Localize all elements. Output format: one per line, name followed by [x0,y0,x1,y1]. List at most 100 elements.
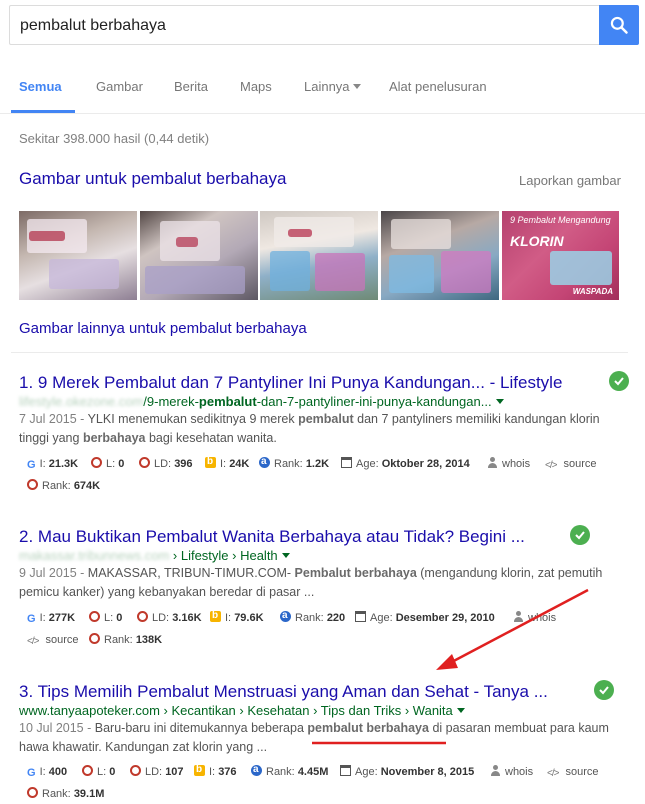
semrush-icon [89,633,100,644]
seo-value: 277K [48,612,76,624]
seo-value: 3.16K [172,612,202,624]
url-menu-icon[interactable] [456,708,465,713]
tab-gambar[interactable]: Gambar [96,79,143,94]
seo-label: whois [528,612,557,624]
seo-bing-index[interactable]: I: 376 [194,762,237,780]
seo-domain-age[interactable]: Age: Oktober 28, 2014 [341,456,470,472]
seo-label: I: [39,766,46,778]
result-title-link[interactable]: 1. 9 Merek Pembalut dan 7 Pantyliner Ini… [19,373,629,393]
tab-lainnya[interactable]: Lainnya [304,79,361,94]
link-ring-icon [137,611,148,622]
snippet-highlight: Pembalut berbahaya [294,566,417,580]
seo-source-link[interactable]: </> source [27,632,79,648]
images-heading-link[interactable]: Gambar untuk pembalut berbahaya [19,169,286,189]
bing-icon [194,762,205,778]
seo-linking-domains[interactable]: LD: 107 [130,764,184,780]
more-images-link[interactable]: Gambar lainnya untuk pembalut berbahaya [19,320,307,337]
search-input[interactable]: pembalut berbahaya [9,5,599,45]
search-button[interactable] [599,5,639,45]
seo-linking-domains[interactable]: LD: 3.16K [137,610,202,626]
image-thumbnail[interactable] [381,211,499,300]
result-title-link[interactable]: 3. Tips Memilih Pembalut Menstruasi yang… [19,682,629,702]
seo-label: Rank: [104,634,133,646]
url-menu-icon[interactable] [281,553,290,558]
tab-berita[interactable]: Berita [174,79,208,94]
seo-linking-domains[interactable]: LD: 396 [139,456,193,472]
thumbnail-caption-footer: WASPADA [572,287,613,296]
seo-google-index[interactable]: G I: 21.3K [27,456,78,472]
image-thumbnail[interactable]: 9 Pembalut Mengandung KLORIN WASPADA [502,211,619,300]
seo-label: LD: [145,766,163,778]
seo-source-link[interactable]: </> source [547,764,599,780]
seo-google-index[interactable]: G I: 277K [27,610,75,626]
seo-label: Rank: [42,788,71,800]
alexa-icon [280,608,291,624]
seo-domain-age[interactable]: Age: Desember 29, 2010 [355,610,495,626]
seo-value: November 8, 2015 [380,766,475,778]
chevron-down-icon [352,84,361,89]
calendar-icon [340,765,351,776]
seo-label: Age: [355,766,378,778]
result-number: 2. [19,527,34,546]
seo-label: I: [209,766,216,778]
link-ring-icon [130,765,141,776]
seo-links[interactable]: L: 0 [89,610,122,626]
result-date: 10 Jul 2015 - [19,721,92,735]
result-url-path: www.tanyaapoteker.com › Kecantikan › Kes… [19,703,453,718]
url-menu-icon[interactable] [495,399,504,404]
bing-icon [205,454,216,470]
seo-value: 138K [135,634,163,646]
tab-maps[interactable]: Maps [240,79,272,94]
seo-alexa-rank[interactable]: Rank: 1.2K [259,454,329,472]
alexa-icon [259,454,270,470]
search-icon [610,16,628,34]
thumbnail-caption: 9 Pembalut Mengandung [510,215,611,225]
result-url: www.tanyaapoteker.com › Kecantikan › Kes… [19,702,629,719]
seo-value: Oktober 28, 2014 [381,458,470,470]
seo-whois-link[interactable]: whois [513,610,556,626]
result-date: 7 Jul 2015 - [19,412,85,426]
seo-label: whois [502,458,531,470]
seo-value: Desember 29, 2010 [395,612,495,624]
seo-value: 376 [218,766,237,778]
seo-domain-age[interactable]: Age: November 8, 2015 [340,764,474,780]
tab-semua[interactable]: Semua [19,79,62,94]
user-icon [513,611,524,622]
seo-semrush-rank[interactable]: Rank: 39.1M [27,786,104,802]
seo-bing-index[interactable]: I: 24K [205,454,249,472]
seo-value: 220 [326,612,346,624]
search-result: 1. 9 Merek Pembalut dan 7 Pantyliner Ini… [19,373,629,448]
seo-links[interactable]: L: 0 [82,764,115,780]
snippet-text: MAKASSAR, TRIBUN-TIMUR.COM- [84,566,295,580]
snippet-highlight: pembalut berbahaya [307,721,429,735]
report-images-link[interactable]: Laporkan gambar [519,173,621,188]
result-title: Tips Memilih Pembalut Menstruasi yang Am… [37,682,548,701]
seo-alexa-rank[interactable]: Rank: 4.45M [251,762,328,780]
result-snippet: 10 Jul 2015 - Baru-baru ini ditemukannya… [19,719,619,757]
seo-whois-link[interactable]: whois [490,764,533,780]
seo-whois-link[interactable]: whois [487,456,530,472]
image-thumbnail[interactable] [19,211,137,300]
seo-source-link[interactable]: </> source [545,456,597,472]
seo-semrush-rank[interactable]: Rank: 138K [89,632,162,648]
result-title-link[interactable]: 2. Mau Buktikan Pembalut Wanita Berbahay… [19,527,629,547]
image-thumbnails: 9 Pembalut Mengandung KLORIN WASPADA [19,211,619,300]
seo-label: L: [97,766,107,778]
image-thumbnail[interactable] [260,211,378,300]
search-result: 3. Tips Memilih Pembalut Menstruasi yang… [19,682,629,757]
google-icon: G [27,767,36,779]
thumbnail-caption-main: KLORIN [510,233,564,249]
tab-alat-penelusuran[interactable]: Alat penelusuran [389,79,487,94]
seo-google-index[interactable]: G I: 400 [27,764,67,780]
seo-semrush-rank[interactable]: Rank: 674K [27,478,100,494]
result-url-highlight: pembalut [198,394,257,409]
search-tabs: Semua Gambar Berita Maps Lainnya Alat pe… [0,60,645,114]
code-icon: </> [547,768,560,779]
result-url: lifestyle.okezone.com/9-merek-pembalut-d… [19,393,629,410]
seo-value: 0 [109,766,116,778]
seo-bing-index[interactable]: I: 79.6K [210,608,264,626]
seo-label: Rank: [266,766,295,778]
seo-alexa-rank[interactable]: Rank: 220 [280,608,346,626]
seo-links[interactable]: L: 0 [91,456,124,472]
image-thumbnail[interactable] [140,211,258,300]
